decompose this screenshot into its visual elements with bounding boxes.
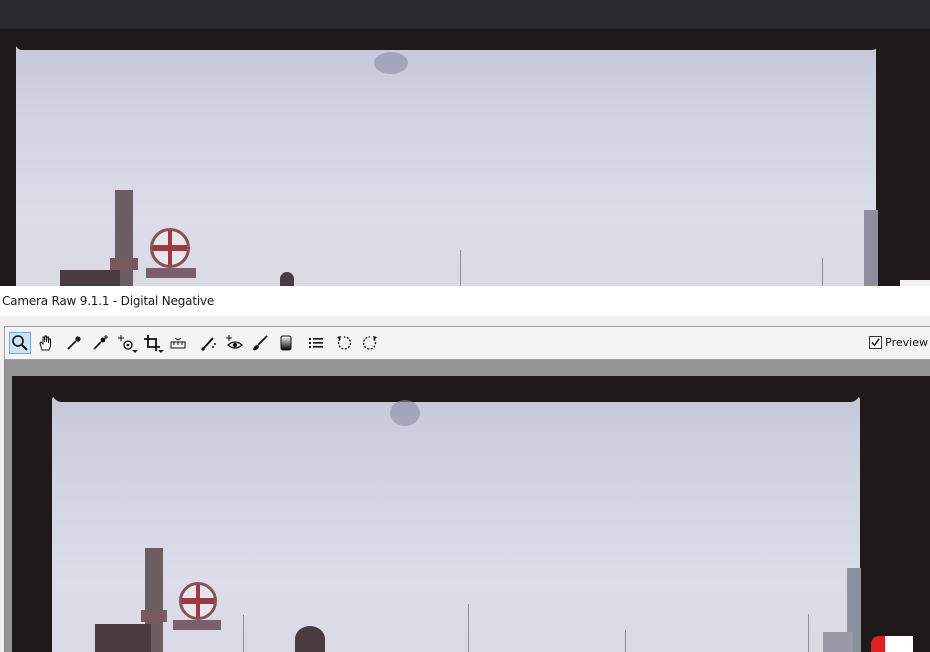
background-window-bar [0,0,930,30]
dropdown-arrow [158,350,164,353]
film-top-edge [52,376,860,402]
hand-icon [39,335,51,351]
adjustment-brush-tool-button[interactable] [249,332,271,354]
red-eye-removal-tool-button[interactable] [223,332,245,354]
graduated-filter-icon [280,335,292,351]
image-preview-canvas[interactable] [4,360,930,652]
dome [280,272,294,286]
color-sampler-icon [93,335,108,350]
sign-plate [141,610,167,622]
dust-mark [374,52,408,74]
sign-plate [110,258,138,270]
antenna [468,604,469,652]
dome [295,626,325,652]
round-sign [150,228,190,268]
clipping-highlight [885,636,913,652]
straighten-tool-button[interactable] [167,332,189,354]
window-title: Camera Raw 9.1.1 - Digital Negative [2,294,215,308]
antenna [243,615,244,652]
antenna [808,614,809,652]
straighten-icon [170,337,186,349]
dust-mark [390,400,420,426]
graduated-filter-tool-button[interactable] [275,332,297,354]
magnifier-icon [12,335,28,351]
title-bar: Camera Raw 9.1.1 - Digital Negative [0,280,930,316]
film-top-edge [16,36,878,50]
targeted-adjustment-tool-button[interactable] [115,332,138,354]
red-eye-icon [226,335,243,349]
spot-removal-tool-button[interactable] [197,332,219,354]
list-icon [309,338,323,348]
dropdown-arrow [132,350,138,353]
building [95,624,151,652]
preview-label: Preview [885,336,928,349]
film-right-edge [876,30,930,286]
color-sampler-tool-button[interactable] [89,332,111,354]
rotate-right-tool-button[interactable] [359,332,381,354]
antenna [460,250,461,286]
antenna [625,630,626,652]
antenna [822,258,823,286]
rotate-left-tool-button[interactable] [333,332,355,354]
background-photo-window [0,0,930,286]
zoom-tool-button[interactable] [9,332,31,354]
hand-tool-button[interactable] [35,332,57,354]
building-right-low [823,632,853,652]
toolbar: Preview [4,326,930,360]
brush-icon [253,335,268,351]
building [60,270,120,286]
white-balance-tool-button[interactable] [63,332,85,354]
sky-area-top [16,44,878,286]
crop-tool-button[interactable] [141,332,164,354]
sign-board [173,620,221,630]
sky-area [52,396,860,652]
spot-removal-icon [201,337,216,351]
sign-board [146,268,196,278]
round-sign [179,582,217,620]
camera-raw-dialog: Camera Raw 9.1.1 - Digital Negative Prev… [0,280,930,652]
title-corner [900,280,930,286]
checkmark-icon [871,338,880,347]
preview-checkbox[interactable] [869,336,883,349]
rotate-cw-icon [362,336,377,350]
rotate-ccw-icon [337,336,352,350]
eyedropper-icon [67,336,81,350]
building-right [864,210,878,286]
preferences-tool-button[interactable] [305,332,327,354]
preview-toggle[interactable]: Preview [869,336,928,349]
